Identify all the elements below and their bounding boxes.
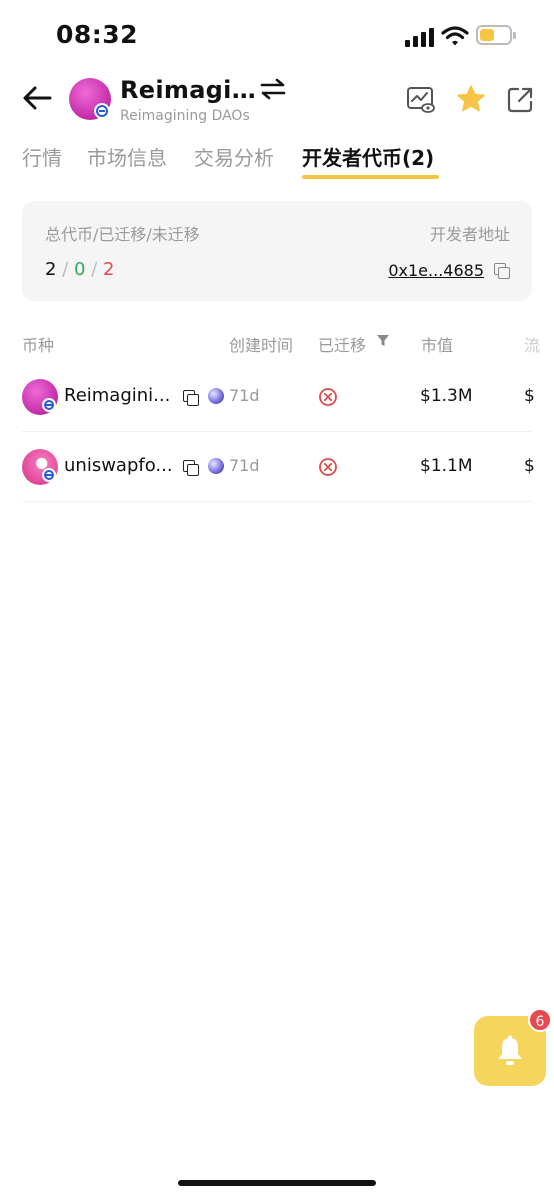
- share-icon[interactable]: [506, 86, 534, 114]
- created-age: 71d: [229, 456, 260, 475]
- dev-address-link[interactable]: 0x1e...4685: [388, 261, 484, 280]
- active-tab-indicator: [302, 175, 439, 179]
- token-name: uniswapfo...: [64, 455, 173, 476]
- copy-icon[interactable]: [494, 263, 510, 279]
- watch-chart-icon[interactable]: [406, 86, 436, 114]
- not-migrated-icon: [319, 388, 337, 406]
- token-name[interactable]: Reimagi…: [120, 76, 256, 104]
- token-counts-label: 总代币/已迁移/未迁移: [45, 225, 200, 244]
- status-time: 08:32: [56, 20, 139, 49]
- token-full-name: Reimagining DAOs: [120, 108, 250, 124]
- table-row[interactable]: Reimagini... 71d $1.3M $: [22, 362, 535, 432]
- not-migrated-icon: [319, 458, 337, 476]
- total-count: 2: [45, 259, 57, 280]
- chain-badge-icon: [42, 468, 56, 482]
- bell-icon: [498, 1035, 522, 1065]
- tab-market-info[interactable]: 市场信息: [87, 142, 167, 171]
- table-header: 币种 创建时间 已迁移 市值 流: [0, 328, 554, 358]
- market-cap: $1.1M: [420, 456, 473, 476]
- not-migrated-count: 2: [103, 259, 115, 280]
- battery-icon: [476, 25, 516, 45]
- tab-bar: 行情 市场信息 交易分析 开发者代币(2): [0, 138, 554, 182]
- market-cap: $1.3M: [420, 386, 473, 406]
- chain-badge-icon: [94, 103, 110, 119]
- table-row[interactable]: uniswapfo... 71d $1.1M $: [22, 432, 535, 502]
- back-arrow-icon[interactable]: [20, 82, 56, 114]
- column-token: 币种: [22, 336, 55, 355]
- truncated-value: $: [524, 386, 535, 406]
- copy-icon[interactable]: [183, 460, 199, 476]
- home-indicator: [178, 1180, 376, 1186]
- migrated-count: 0: [74, 259, 86, 280]
- copy-icon[interactable]: [183, 390, 199, 406]
- platform-icon: [208, 388, 224, 404]
- platform-icon: [208, 458, 224, 474]
- truncated-value: $: [524, 456, 535, 476]
- created-age: 71d: [229, 386, 260, 405]
- developer-summary-card: 总代币/已迁移/未迁移 开发者地址 2 / 0 / 2 0x1e...4685: [22, 201, 532, 301]
- column-truncated: 流: [524, 336, 541, 355]
- dev-address-label: 开发者地址: [429, 225, 510, 244]
- count-separator: /: [91, 259, 98, 280]
- favorite-star-icon[interactable]: [456, 84, 486, 114]
- column-migrated[interactable]: 已迁移: [318, 332, 366, 356]
- tab-market[interactable]: 行情: [22, 142, 62, 171]
- column-market-cap[interactable]: 市值: [421, 332, 453, 356]
- filter-icon[interactable]: [377, 335, 389, 346]
- column-created-time[interactable]: 创建时间: [229, 332, 293, 356]
- chain-badge-icon: [42, 398, 56, 412]
- swap-icon[interactable]: [259, 78, 287, 100]
- status-bar: 08:32: [0, 0, 554, 66]
- cellular-signal-icon: [405, 27, 435, 47]
- tab-trade-analysis[interactable]: 交易分析: [194, 142, 274, 171]
- token-header: Reimagi… Reimagining DAOs: [0, 70, 554, 130]
- count-separator: /: [62, 259, 69, 280]
- token-counts: 2 / 0 / 2: [45, 259, 114, 280]
- tab-developer-tokens[interactable]: 开发者代币(2): [302, 142, 434, 171]
- token-name: Reimagini...: [64, 385, 171, 406]
- notification-count-badge: 6: [528, 1008, 552, 1032]
- wifi-icon: [441, 26, 469, 46]
